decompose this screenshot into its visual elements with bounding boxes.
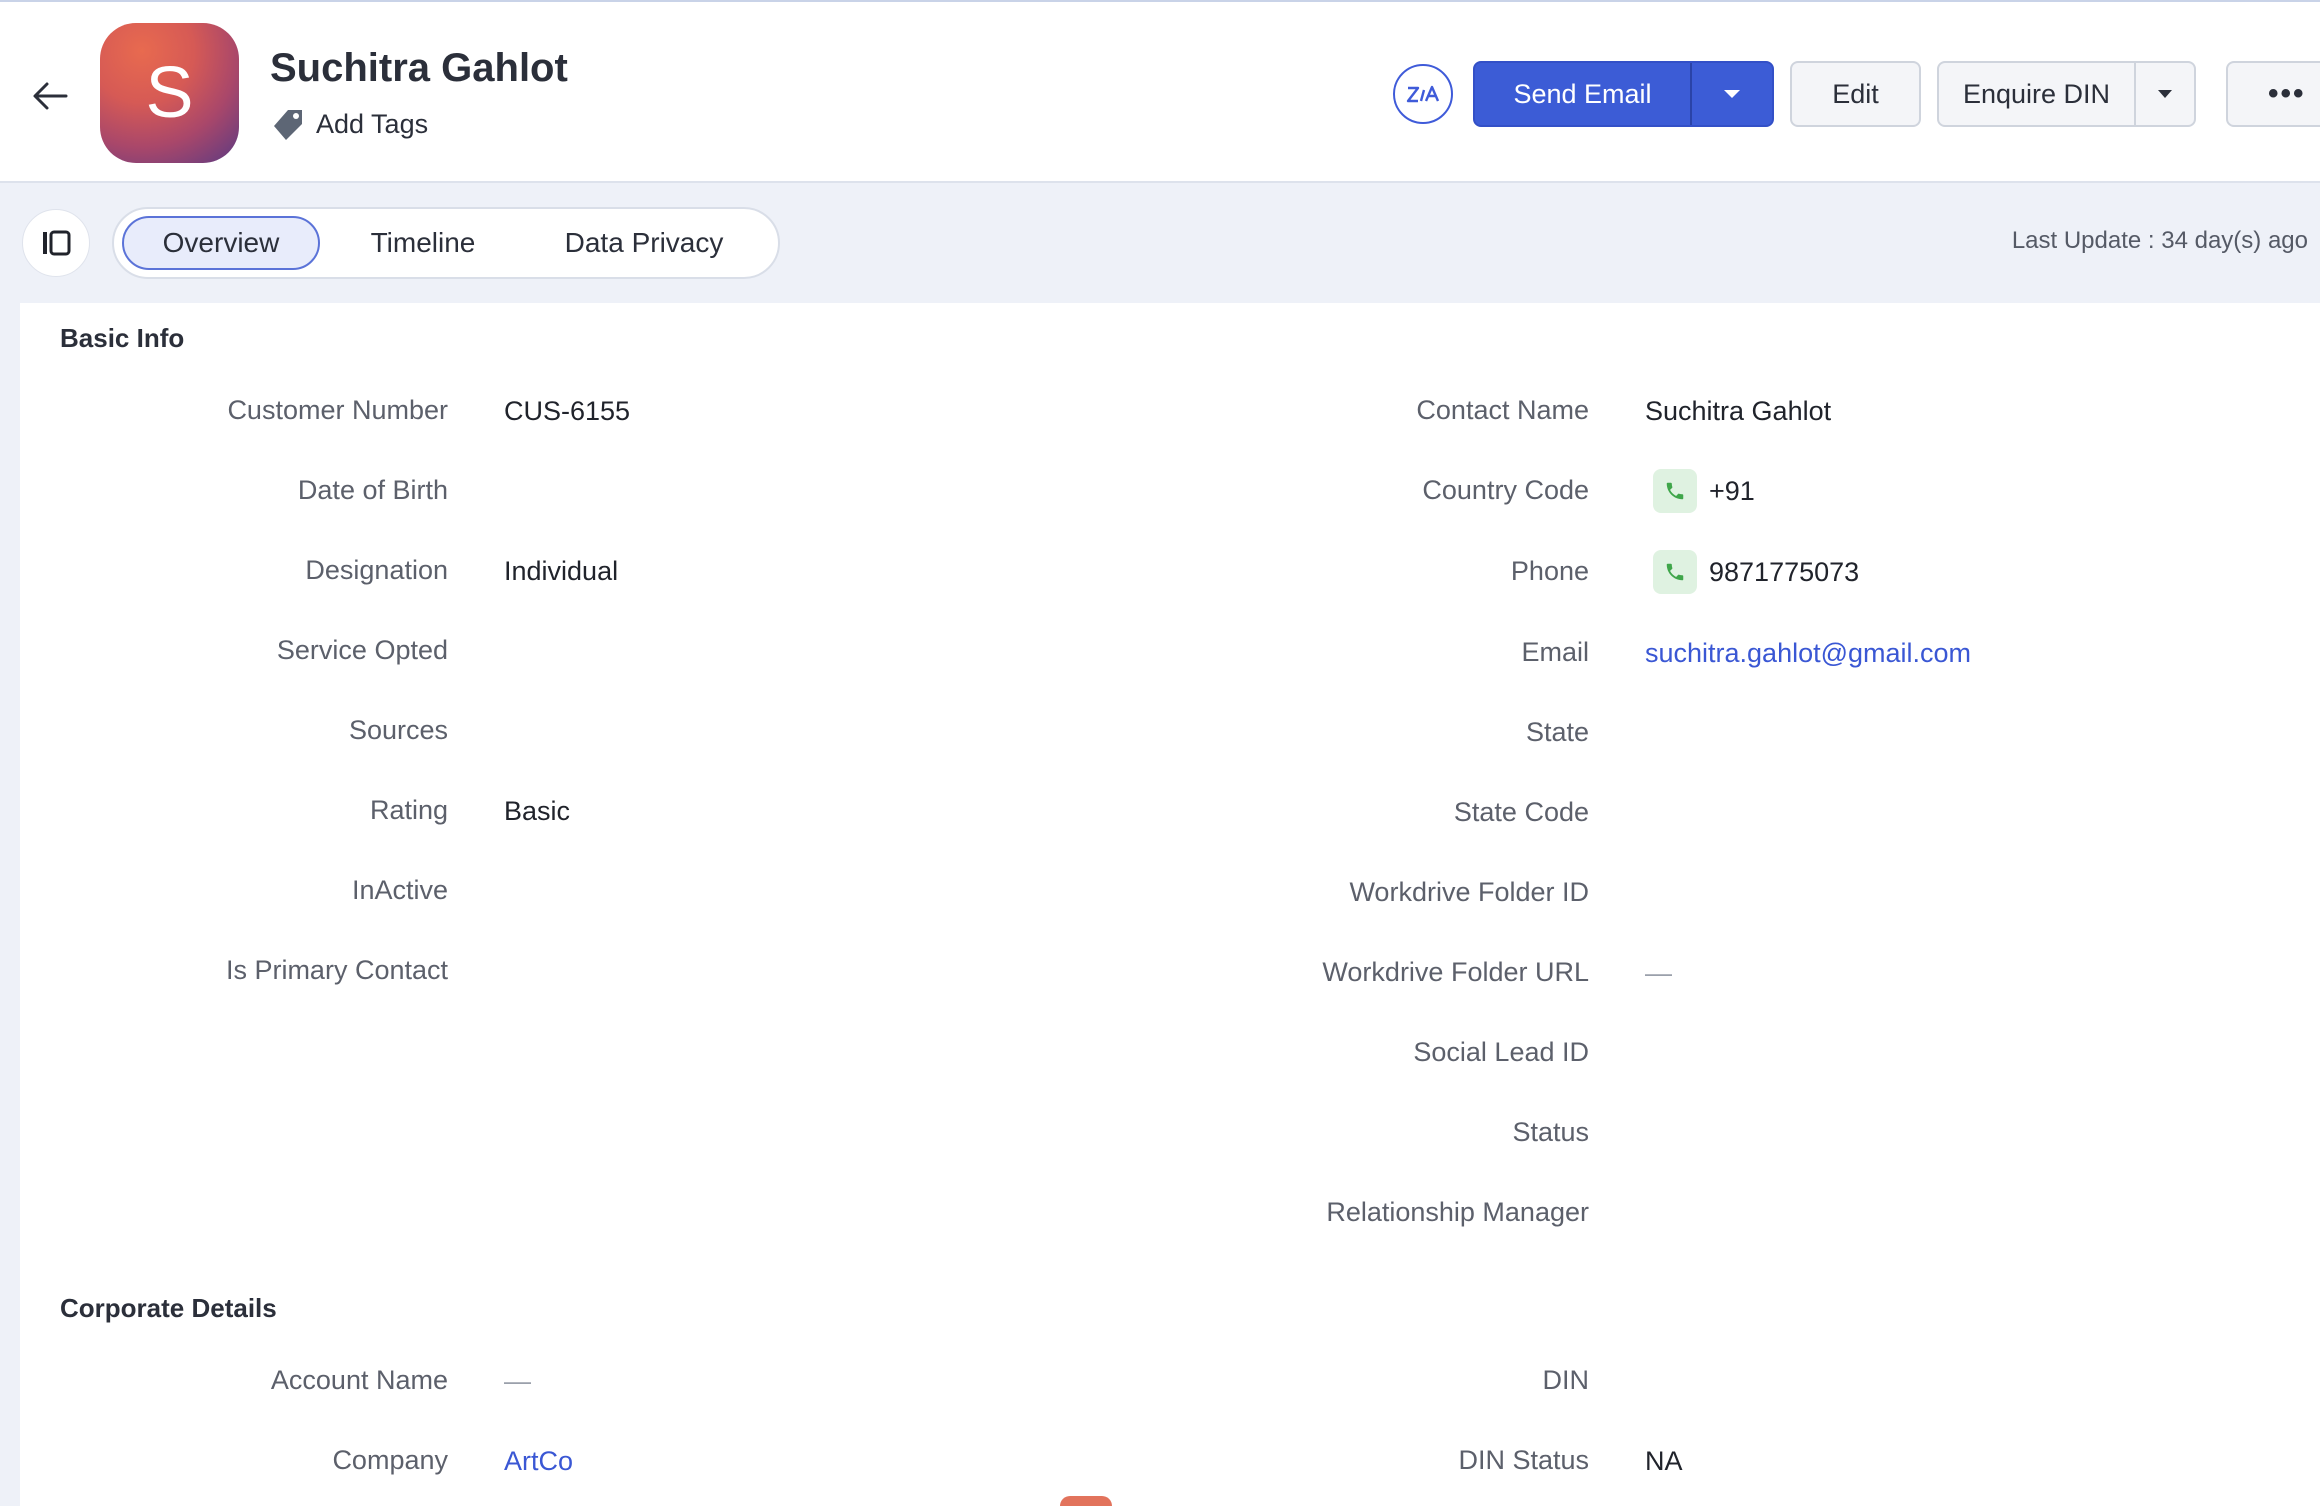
phone-icon[interactable] <box>1653 550 1697 594</box>
field-label: Service Opted <box>276 635 448 665</box>
field-label: Workdrive Folder ID <box>1349 877 1589 907</box>
record-header: S Suchitra Gahlot Add Tags Send Email Ed… <box>0 0 2320 183</box>
record-tabs: Overview Timeline Data Privacy <box>112 207 780 279</box>
field-label: Country Code <box>1422 475 1589 505</box>
send-email-dropdown[interactable] <box>1692 63 1772 125</box>
add-tags-label: Add Tags <box>316 108 429 139</box>
add-tags-button[interactable]: Add Tags <box>270 104 428 144</box>
field-label: State Code <box>1453 797 1589 827</box>
field-label: State <box>1525 717 1589 747</box>
company-link[interactable]: ArtCo <box>504 1446 573 1477</box>
field-label: Sources <box>348 715 448 745</box>
field-label: Relationship Manager <box>1326 1197 1589 1227</box>
field-value-rating: Basic <box>504 796 571 826</box>
zia-icon <box>1406 85 1440 103</box>
phone-icon[interactable] <box>1653 469 1697 513</box>
send-email-button[interactable]: Send Email <box>1475 63 1692 125</box>
tag-icon <box>274 110 302 140</box>
content-gutter <box>0 303 20 1506</box>
edit-button[interactable]: Edit <box>1790 61 1921 127</box>
more-actions-button[interactable]: ••• <box>2226 61 2320 127</box>
chevron-down-icon <box>1724 90 1740 98</box>
field-label: Status <box>1512 1117 1589 1147</box>
sidebar-toggle-icon <box>43 230 71 256</box>
field-label: Company <box>332 1445 448 1475</box>
field-label: Is Primary Contact <box>225 955 448 985</box>
more-icon: ••• <box>2268 77 2306 110</box>
field-value-customer-number: CUS-6155 <box>504 396 631 426</box>
field-label: Email <box>1521 637 1589 667</box>
field-value-country-code: +91 <box>1653 469 1755 513</box>
enquire-din-dropdown[interactable] <box>2136 89 2194 99</box>
last-update-text: Last Update : 34 day(s) ago <box>2011 227 2308 254</box>
back-arrow-icon <box>33 82 68 110</box>
tab-data-privacy[interactable]: Data Privacy <box>526 216 762 270</box>
field-label: Phone <box>1510 556 1589 586</box>
field-label: DIN <box>1542 1365 1590 1395</box>
field-value-workdrive-url: — <box>1645 958 1672 988</box>
field-label: Account Name <box>270 1365 448 1395</box>
email-link[interactable]: suchitra.gahlot@gmail.com <box>1645 638 1971 669</box>
send-email-button-group: Send Email <box>1473 61 1774 127</box>
record-name: Suchitra Gahlot <box>270 46 568 90</box>
notification-badge[interactable] <box>1060 1496 1112 1506</box>
field-value-phone: 9871775073 <box>1653 550 1859 594</box>
country-code-text: +91 <box>1709 475 1755 506</box>
field-label: Workdrive Folder URL <box>1322 957 1589 987</box>
enquire-din-button-group: Enquire DIN <box>1937 61 2196 127</box>
field-label: Customer Number <box>227 395 448 425</box>
phone-number-text: 9871775073 <box>1709 556 1860 587</box>
zia-button[interactable] <box>1393 64 1453 124</box>
field-label: Rating <box>369 795 448 825</box>
field-value-designation: Individual <box>504 556 619 586</box>
field-label: Contact Name <box>1416 395 1589 425</box>
field-value-account-name: — <box>504 1366 531 1396</box>
avatar-letter: S <box>145 53 194 133</box>
enquire-din-button[interactable]: Enquire DIN <box>1939 63 2136 125</box>
field-label: Designation <box>305 555 448 585</box>
field-label: InActive <box>351 875 448 905</box>
sidebar-toggle-button[interactable] <box>22 209 90 277</box>
field-value-din-status: NA <box>1645 1446 1683 1476</box>
chevron-down-icon <box>2158 90 2172 98</box>
avatar[interactable]: S <box>100 23 239 163</box>
back-button[interactable] <box>28 74 72 118</box>
field-label: Date of Birth <box>297 475 448 505</box>
section-title-corporate-details: Corporate Details <box>60 1293 277 1323</box>
tab-bar: Overview Timeline Data Privacy Last Upda… <box>0 183 2320 303</box>
tab-timeline[interactable]: Timeline <box>320 216 526 270</box>
details-panel: Basic Info Customer Number CUS-6155 Date… <box>20 303 2320 1506</box>
tab-overview[interactable]: Overview <box>122 216 320 270</box>
field-label: DIN Status <box>1458 1445 1589 1475</box>
section-title-basic-info: Basic Info <box>60 323 185 353</box>
field-label: Social Lead ID <box>1413 1037 1589 1067</box>
field-value-contact-name: Suchitra Gahlot <box>1645 396 1832 426</box>
